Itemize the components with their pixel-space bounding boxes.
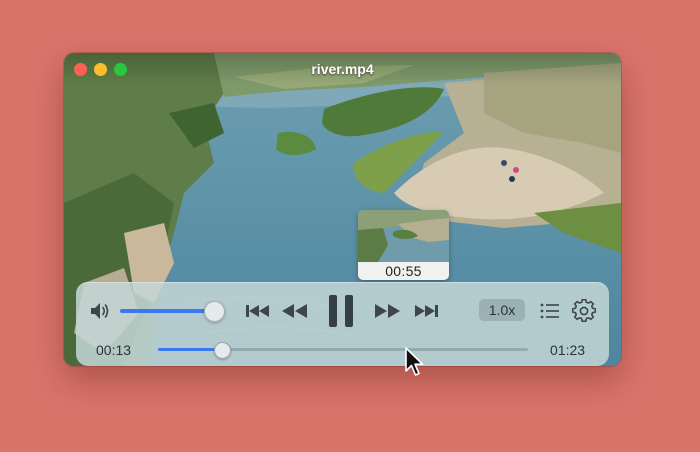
window-title: river.mp4: [311, 61, 374, 77]
playback-speed-button[interactable]: 1.0x: [479, 299, 525, 321]
preview-image: [358, 210, 449, 262]
total-time-label: 01:23: [550, 342, 586, 358]
speaker-icon[interactable]: [88, 300, 112, 322]
title-bar[interactable]: river.mp4: [64, 53, 621, 85]
seek-bar-knob[interactable]: [214, 342, 231, 359]
preview-time-label: 00:55: [385, 263, 422, 279]
playback-controls-bar: 1.0x 00:13 01:23: [76, 282, 609, 366]
skip-forward-icon[interactable]: [413, 302, 439, 320]
mouse-pointer-icon: [405, 347, 424, 376]
rewind-icon[interactable]: [281, 302, 309, 320]
seek-preview-thumbnail: 00:55: [358, 210, 449, 280]
playlist-icon[interactable]: [539, 301, 561, 321]
volume-slider-knob[interactable]: [204, 301, 225, 322]
pause-icon[interactable]: [326, 294, 356, 328]
current-time-label: 00:13: [96, 342, 132, 358]
video-player-window: river.mp4 00:55 1.0x 00:13 01:23: [64, 53, 621, 366]
seek-bar-progress[interactable]: [158, 348, 222, 351]
fast-forward-icon[interactable]: [373, 302, 401, 320]
settings-gear-icon[interactable]: [572, 299, 596, 323]
skip-back-icon[interactable]: [245, 302, 271, 320]
volume-slider-fill[interactable]: [120, 309, 214, 313]
